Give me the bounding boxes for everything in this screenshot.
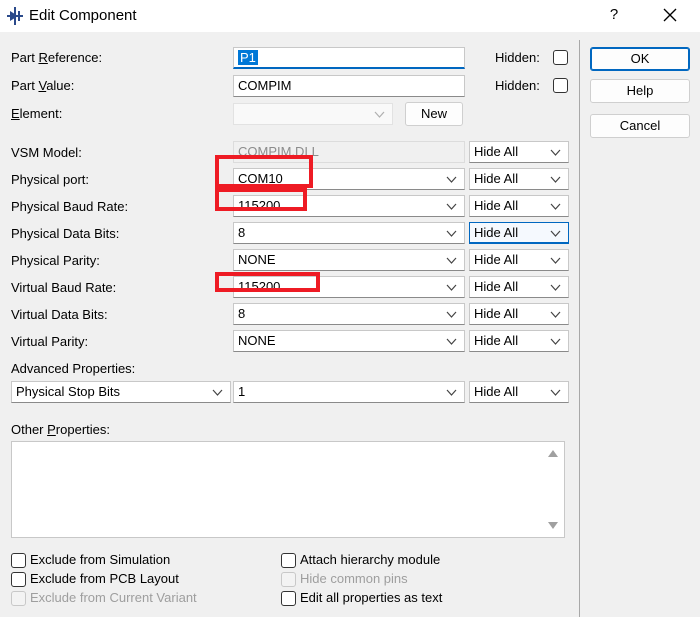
exclude-variant-label: Exclude from Current Variant [30, 590, 197, 605]
component-icon [7, 7, 23, 25]
physical-data-bits-select[interactable]: 8 [233, 222, 465, 244]
part-reference-hidden-label: Hidden: [495, 50, 540, 65]
virtual-parity-label: Virtual Parity: [11, 334, 89, 349]
window-title: Edit Component [29, 7, 137, 24]
physical-parity-select[interactable]: NONE [233, 249, 465, 271]
chevron-down-icon [374, 111, 385, 118]
virtual-data-bits-select[interactable]: 8 [233, 303, 465, 325]
physical-parity-visibility-select[interactable]: Hide All [469, 249, 569, 271]
chevron-down-icon [550, 176, 561, 183]
chevron-down-icon [550, 149, 561, 156]
chevron-down-icon [550, 338, 561, 345]
part-value-input[interactable]: COMPIM [233, 75, 465, 97]
part-reference-input[interactable]: P1 [233, 47, 465, 69]
part-value-hidden-label: Hidden: [495, 78, 540, 93]
close-icon[interactable] [662, 7, 678, 23]
chevron-down-icon [446, 230, 457, 237]
virtual-baud-rate-visibility-select[interactable]: Hide All [469, 276, 569, 298]
chevron-down-icon [446, 257, 457, 264]
physical-data-bits-visibility-select[interactable]: Hide All [469, 222, 569, 244]
attach-hierarchy-checkbox[interactable] [281, 553, 296, 568]
close-button[interactable] [656, 4, 684, 26]
scroll-up-icon[interactable] [548, 450, 558, 457]
vsm-model-visibility-select[interactable]: Hide All [469, 141, 569, 163]
virtual-parity-visibility-select[interactable]: Hide All [469, 330, 569, 352]
chevron-down-icon [550, 257, 561, 264]
chevron-down-icon [550, 311, 561, 318]
hide-common-pins-checkbox [281, 572, 296, 587]
new-button[interactable]: New [405, 102, 463, 126]
advanced-property-select[interactable]: Physical Stop Bits [11, 381, 231, 403]
chevron-down-icon [550, 389, 561, 396]
attach-hierarchy-label: Attach hierarchy module [300, 552, 441, 567]
chevron-down-icon [446, 176, 457, 183]
exclude-simulation-checkbox[interactable] [11, 553, 26, 568]
element-select[interactable] [233, 103, 393, 125]
edit-all-properties-label: Edit all properties as text [300, 590, 443, 605]
exclude-variant-checkbox [11, 591, 26, 606]
advanced-value-select[interactable]: 1 [233, 381, 465, 403]
hide-common-pins-label: Hide common pins [300, 571, 408, 586]
physical-baud-rate-visibility-select[interactable]: Hide All [469, 195, 569, 217]
help-title-button[interactable]: ? [602, 5, 626, 25]
physical-parity-label: Physical Parity: [11, 253, 100, 268]
exclude-pcb-checkbox[interactable] [11, 572, 26, 587]
chevron-down-icon [446, 311, 457, 318]
element-label: Element: [11, 106, 63, 121]
chevron-down-icon [446, 284, 457, 291]
chevron-down-icon [446, 203, 457, 210]
physical-data-bits-label: Physical Data Bits: [11, 226, 120, 241]
physical-baud-rate-label: Physical Baud Rate: [11, 199, 129, 214]
ok-button[interactable]: OK [590, 47, 690, 71]
scroll-down-icon[interactable] [548, 522, 558, 529]
chevron-down-icon [550, 230, 561, 237]
part-value-hidden-checkbox[interactable] [553, 78, 568, 93]
highlight-box-virtual-baud-rate [215, 272, 320, 292]
exclude-simulation-label: Exclude from Simulation [30, 552, 171, 567]
highlight-box-physical-port [215, 155, 313, 188]
chevron-down-icon [550, 203, 561, 210]
chevron-down-icon [550, 284, 561, 291]
other-properties-label: Other Properties: [11, 422, 110, 437]
help-button[interactable]: Help [590, 79, 690, 103]
highlight-box-physical-baud-rate [215, 188, 307, 211]
cancel-button[interactable]: Cancel [590, 114, 690, 138]
virtual-parity-select[interactable]: NONE [233, 330, 465, 352]
other-properties-textarea[interactable] [11, 441, 565, 538]
chevron-down-icon [446, 338, 457, 345]
chevron-down-icon [212, 389, 223, 396]
physical-port-label: Physical port: [11, 172, 90, 187]
vsm-model-label: VSM Model: [11, 145, 82, 160]
advanced-properties-label: Advanced Properties: [11, 361, 136, 376]
exclude-pcb-label: Exclude from PCB Layout [30, 571, 179, 586]
part-reference-hidden-checkbox[interactable] [553, 50, 568, 65]
advanced-visibility-select[interactable]: Hide All [469, 381, 569, 403]
vertical-divider [579, 40, 580, 617]
virtual-data-bits-visibility-select[interactable]: Hide All [469, 303, 569, 325]
title-bar: Edit Component ? [0, 0, 700, 32]
physical-port-visibility-select[interactable]: Hide All [469, 168, 569, 190]
virtual-data-bits-label: Virtual Data Bits: [11, 307, 108, 322]
part-value-label: Part Value: [11, 78, 75, 93]
part-reference-label: Part Reference: [11, 50, 103, 65]
edit-all-properties-checkbox[interactable] [281, 591, 296, 606]
virtual-baud-rate-label: Virtual Baud Rate: [11, 280, 117, 295]
chevron-down-icon [446, 389, 457, 396]
